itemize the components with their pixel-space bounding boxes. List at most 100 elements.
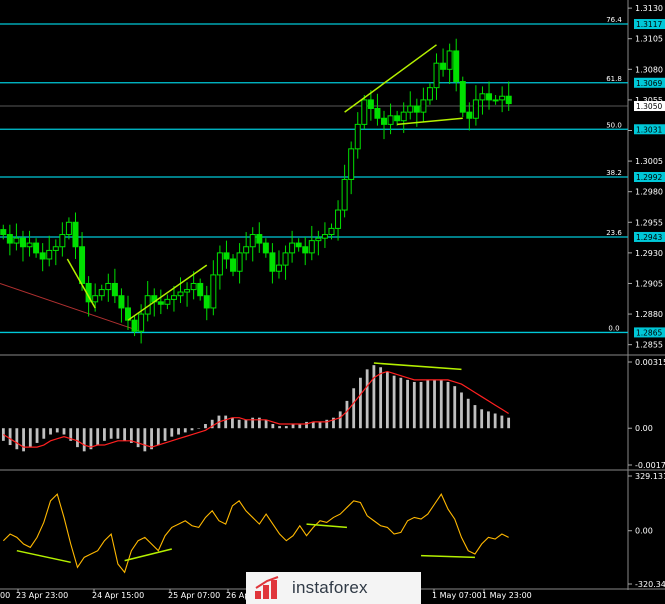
candle-body [184, 289, 191, 293]
cci-divergence-line [306, 523, 348, 529]
candle-body [433, 62, 440, 89]
time-label: 1 May 23:00 [482, 591, 532, 600]
candle-body [479, 93, 486, 101]
macd-histogram-bar [143, 428, 147, 452]
candle-body [26, 242, 33, 248]
candle-body [308, 240, 315, 254]
candle-body [407, 105, 414, 113]
candle-body [157, 301, 164, 305]
macd-histogram-bar [62, 428, 66, 435]
macd-histogram-bar [197, 428, 201, 429]
macd-histogram-bar [237, 419, 241, 429]
time-label-partial: 00 [0, 591, 10, 600]
candle-body [19, 237, 26, 248]
fib-price-tag-text: 1.3069 [636, 79, 662, 88]
candle-body [381, 117, 387, 125]
candle-body [486, 93, 493, 101]
macd-histogram-bar [412, 381, 416, 429]
macd-histogram-bar [365, 369, 369, 429]
macd-histogram-bar [359, 377, 362, 429]
candle-body [302, 246, 309, 254]
macd-histogram-bar [419, 381, 423, 429]
candle-body [46, 249, 53, 260]
candle-body [236, 252, 243, 272]
cci-tick-label: -320.342 [635, 580, 665, 589]
candle-body [446, 50, 453, 70]
candle-body [275, 264, 282, 272]
macd-histogram-bar [163, 428, 167, 441]
macd-histogram-bar [156, 428, 160, 446]
candle-body [177, 291, 184, 297]
candle-body [13, 237, 20, 244]
macd-histogram-bar [8, 428, 12, 446]
candle-body [203, 295, 210, 309]
macd-histogram-bar [372, 365, 376, 429]
cci-line [2, 493, 509, 574]
cci-divergence-line [421, 554, 475, 559]
candle-body [111, 282, 118, 297]
cci-tick-label: 329.1319 [635, 472, 665, 481]
macd-histogram-bar [305, 421, 308, 429]
macd-histogram-bar [35, 428, 39, 443]
candle-body [256, 234, 263, 244]
main-panel: 1.31301.31051.30801.30551.30301.30051.29… [0, 4, 665, 350]
candle-body [105, 282, 112, 291]
macd-histogram-bar [224, 415, 228, 429]
fib-level-label: 23.6 [606, 229, 622, 237]
macd-histogram-bar [109, 428, 113, 439]
candle-body [282, 252, 289, 266]
macd-histogram-bar [399, 377, 403, 429]
instaforex-logo: instaforex [246, 572, 421, 604]
candle-body [453, 50, 460, 83]
fib-level-label: 0.0 [608, 324, 619, 332]
price-tick-label: 1.2930 [635, 249, 663, 258]
price-tick-label: 1.3005 [635, 157, 663, 166]
macd-histogram-bar [278, 426, 281, 429]
macd-histogram-bar [204, 424, 207, 429]
macd-histogram-bar [183, 428, 187, 433]
macd-histogram-bar [264, 419, 268, 429]
macd-histogram-bar [82, 428, 86, 452]
macd-histogram-bar [345, 400, 349, 429]
time-label: 1 May 07:00 [432, 591, 482, 600]
price-tick-label: 1.2980 [635, 188, 663, 197]
macd-histogram-bar [123, 428, 127, 441]
macd-tick-label: 0.00 [635, 424, 653, 433]
macd-histogram-bar [480, 409, 484, 429]
fib-level-label: 38.2 [606, 169, 622, 177]
candle-body [420, 99, 427, 113]
candle-body [197, 282, 204, 297]
macd-histogram-bar [76, 428, 79, 448]
candle-body [354, 123, 361, 150]
fib-price-tag-text: 1.2865 [636, 328, 662, 337]
macd-histogram-bar [28, 428, 32, 448]
candle-body [315, 237, 322, 242]
macd-histogram-bar [379, 367, 383, 429]
candle-body [466, 111, 473, 119]
candle-body [6, 234, 13, 244]
candle-body [52, 246, 59, 251]
macd-histogram-bar [103, 428, 106, 441]
cci-divergence-line [16, 549, 71, 564]
candle-body [394, 115, 401, 122]
price-tick-label: 1.2880 [635, 310, 663, 319]
candle-body [400, 111, 407, 122]
candle-body [499, 95, 506, 101]
candle-body [387, 115, 394, 125]
macd-histogram-bar [231, 417, 234, 429]
candle-body [72, 221, 79, 248]
instaforex-logo-icon [255, 576, 279, 599]
candle-body [138, 313, 145, 332]
price-tick-label: 1.2955 [635, 218, 663, 227]
candle-body [472, 99, 479, 119]
candle-body [131, 319, 138, 332]
candle-body [230, 258, 237, 272]
macd-histogram-bar [392, 375, 396, 429]
macd-histogram-bar [49, 428, 52, 435]
candle-body [505, 95, 512, 105]
fib-level-label: 50.0 [606, 121, 622, 129]
macd-histogram-bar [493, 413, 497, 429]
candle-body [328, 227, 335, 236]
candle-body [335, 209, 342, 229]
macd-signal-line [3, 370, 509, 448]
